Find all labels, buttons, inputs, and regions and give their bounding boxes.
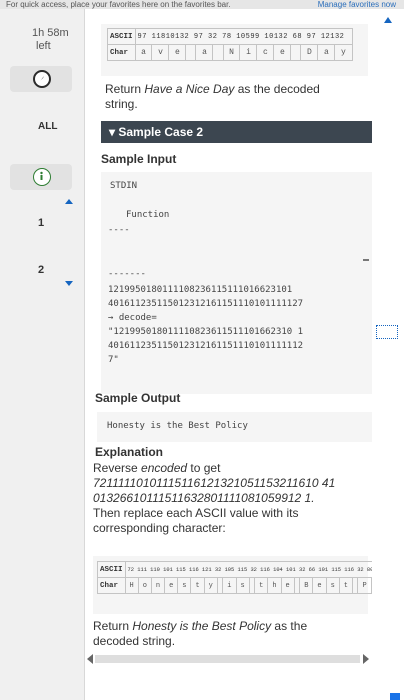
scrollbar-thumb[interactable]: [376, 325, 398, 339]
function-label: Function: [126, 210, 170, 220]
quoted-line-2: 401611235115012312161151110101111112: [108, 341, 304, 351]
char-cell: N: [222, 44, 241, 61]
char-cell: B: [299, 577, 314, 594]
char-cell: t: [190, 577, 205, 594]
corner-badge: [390, 693, 400, 700]
char-header: Char: [97, 577, 126, 594]
sample-output-value: Honesty is the Best Policy: [107, 421, 248, 431]
filter-all-tab[interactable]: ALL: [0, 121, 85, 132]
test-case-1[interactable]: 1: [38, 217, 44, 229]
char-cell: a: [195, 44, 214, 61]
expand-down-icon[interactable]: [65, 281, 73, 286]
encoded-line-1: 1219950180111108236115111016623101: [108, 285, 293, 295]
ascii-values: 72 111 110 101 115 116 121 32 105 115 32…: [124, 561, 404, 578]
collapse-up-icon[interactable]: [65, 199, 73, 204]
ascii-header: ASCII: [107, 28, 136, 45]
sample-case-header[interactable]: ▾ Sample Case 2: [101, 121, 372, 143]
scroll-marker: [363, 259, 369, 261]
sample-input-label: Sample Input: [101, 152, 177, 166]
decode-table-1: ASCII 97 11810132 97 32 78 10599 10132 6…: [107, 28, 353, 61]
char-header: Char: [107, 44, 136, 61]
char-cell: P: [357, 577, 372, 594]
ascii-values: 97 11810132 97 32 78 10599 10132 68 97 1…: [134, 28, 353, 45]
page: For quick access, place your favorites h…: [0, 0, 404, 700]
vertical-scrollbar[interactable]: [372, 9, 404, 700]
char-cell: i: [222, 577, 237, 594]
char-cell: e: [168, 44, 187, 61]
scroll-right-icon[interactable]: [363, 654, 369, 664]
return-text-2: Return Honesty is the Best Policy as the…: [93, 619, 308, 648]
test-case-2[interactable]: 2: [38, 264, 44, 276]
char-cell: e: [273, 44, 292, 61]
return-text-1: Return Have a Nice Day as the decoded st…: [105, 82, 320, 111]
char-cell: H: [124, 577, 139, 594]
caret-down-icon: ▾: [109, 125, 119, 139]
char-cell: c: [256, 44, 275, 61]
char-cell: n: [150, 577, 166, 594]
info-icon[interactable]: [33, 168, 51, 186]
time-remaining: 1h 58m left: [32, 27, 69, 52]
decode-table-2: ASCII 72 111 110 101 115 116 121 32 105 …: [97, 561, 404, 594]
scroll-up-icon[interactable]: [384, 17, 392, 23]
favorites-hint: For quick access, place your favorites h…: [6, 0, 231, 9]
favorites-bar: For quick access, place your favorites h…: [0, 0, 404, 9]
encoded-line-2: 401611235115012312161151110101111127: [108, 299, 304, 309]
dashes-separator-2: -------: [108, 269, 146, 279]
ascii-header: ASCII: [97, 561, 126, 578]
quoted-line-1: "121995018011110823611511101662310 1: [108, 327, 304, 337]
char-cell: e: [312, 577, 327, 594]
stdin-label: STDIN: [110, 181, 138, 191]
reversed-line-2: 01326610111511632801111081059912 1.: [93, 491, 315, 505]
char-cell: v: [151, 44, 170, 61]
info-glyph-icon: [40, 171, 43, 180]
char-cell: i: [239, 44, 258, 61]
char-cell: t: [254, 577, 269, 594]
explanation-label: Explanation: [95, 445, 164, 459]
char-cell: o: [137, 577, 152, 594]
horizontal-scrollbar[interactable]: [95, 655, 360, 663]
problem-content: ASCII 97 11810132 97 32 78 10599 10132 6…: [85, 9, 404, 700]
dashes-separator-1: ----: [108, 225, 130, 235]
decode-arrow-line: → decode=: [108, 313, 157, 323]
scroll-left-icon[interactable]: [87, 654, 93, 664]
sample-output-label: Sample Output: [95, 391, 181, 405]
char-cell: [185, 44, 197, 61]
char-cell: s: [177, 577, 192, 594]
char-cell: y: [203, 577, 218, 594]
char-cell: [290, 44, 302, 61]
char-cell: h: [267, 577, 282, 594]
char-cell: D: [300, 44, 319, 61]
char-cell: s: [235, 577, 250, 594]
quoted-line-3: 7": [108, 355, 119, 365]
char-cell: s: [325, 577, 340, 594]
char-cell: [212, 44, 224, 61]
explanation-text: Reverse encoded to get 72111110101115116…: [93, 461, 363, 536]
char-cell: e: [164, 577, 179, 594]
compass-icon[interactable]: [33, 70, 51, 88]
char-cell: y: [334, 44, 353, 61]
compass-needle-icon: [40, 76, 44, 81]
char-cell: a: [317, 44, 336, 61]
char-cell: t: [338, 577, 353, 594]
char-cell: e: [280, 577, 295, 594]
reversed-line-1: 72111110101115116121321051153211610 41: [93, 476, 336, 490]
then-text: Then replace each ASCII value with its c…: [93, 506, 299, 535]
left-rail: 1h 58m left ALL 1 2: [0, 9, 85, 700]
char-cell: a: [134, 44, 153, 61]
manage-favorites-link[interactable]: Manage favorites now: [318, 0, 396, 9]
